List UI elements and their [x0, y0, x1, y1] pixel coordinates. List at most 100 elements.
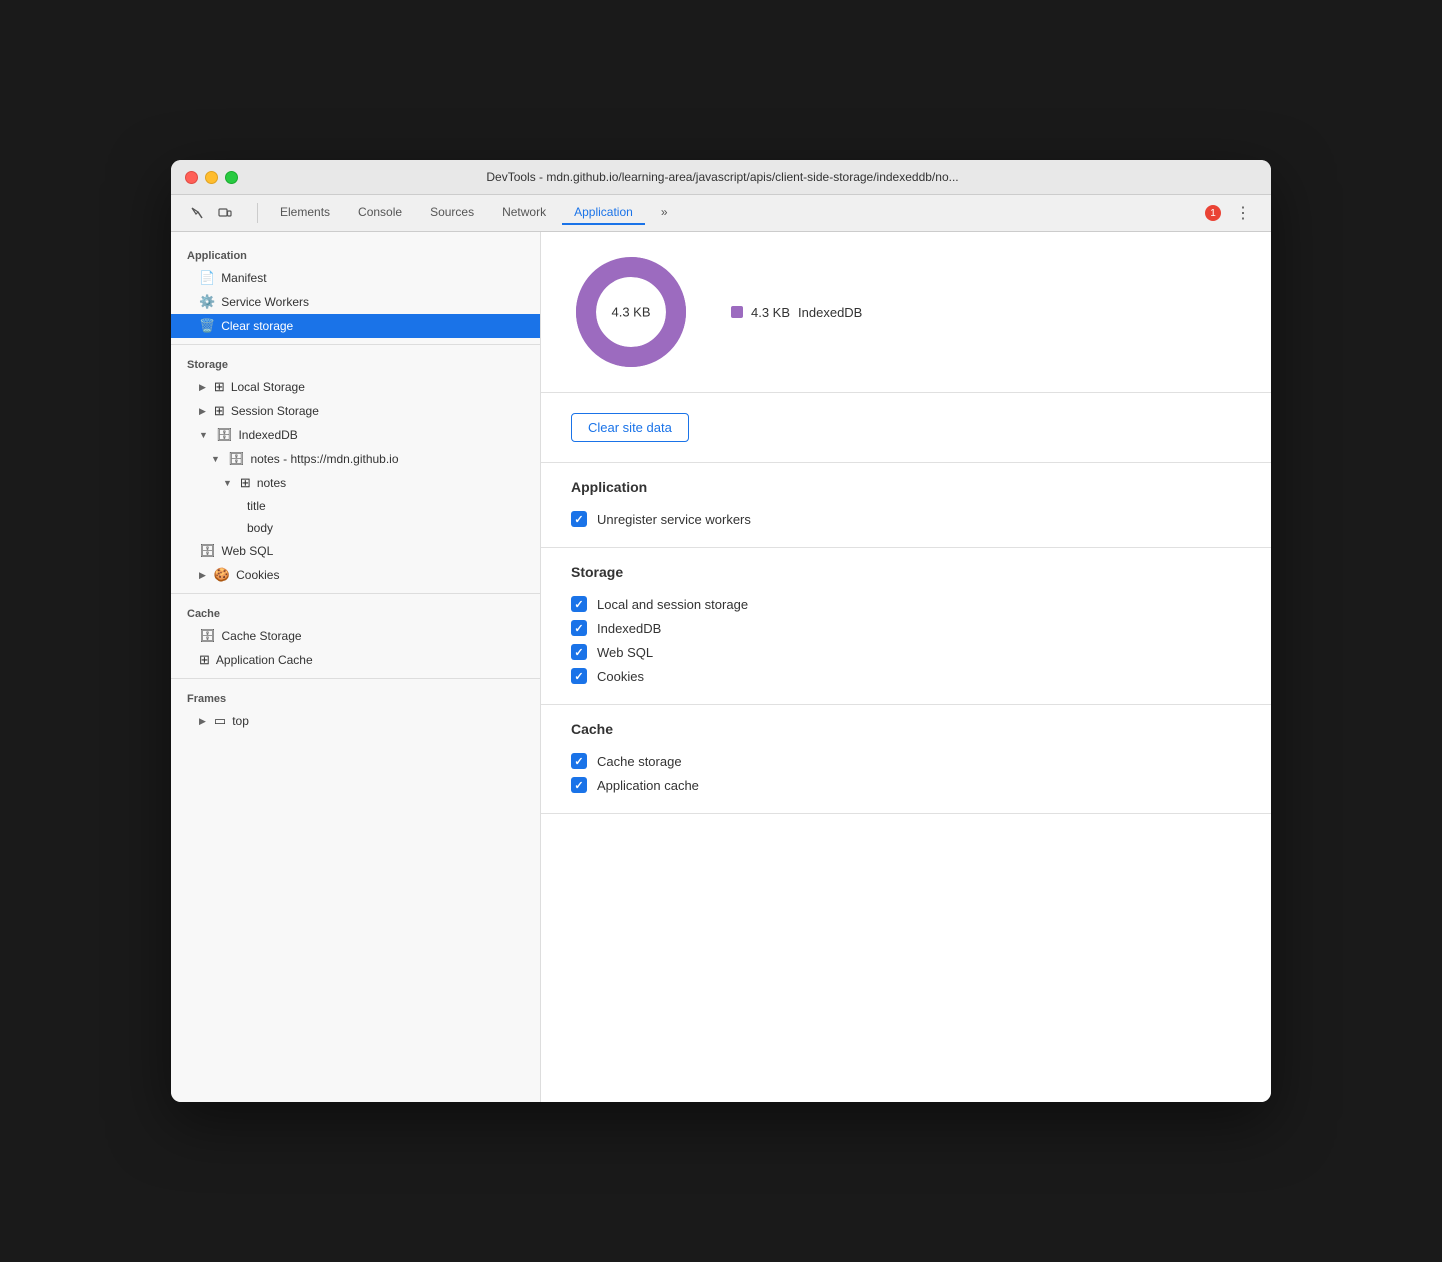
unregister-sw-label: Unregister service workers	[597, 512, 751, 527]
application-options-section: Application Unregister service workers	[541, 463, 1271, 548]
storage-options-section: Storage Local and session storage Indexe…	[541, 548, 1271, 705]
checkbox-app-cache[interactable]	[571, 777, 587, 793]
sidebar-item-local-storage[interactable]: ▶ ⊞ Local Storage	[171, 375, 540, 399]
devtools-window: DevTools - mdn.github.io/learning-area/j…	[171, 160, 1271, 1102]
local-session-label: Local and session storage	[597, 597, 748, 612]
option-local-session: Local and session storage	[571, 592, 1241, 616]
toolbar-icons	[185, 201, 237, 225]
tab-sources[interactable]: Sources	[418, 201, 486, 225]
expand-arrow-cookies: ▶	[199, 570, 206, 581]
sidebar-item-indexeddb[interactable]: ▼ 🗄 IndexedDB	[171, 423, 540, 447]
settings-icon[interactable]: ⋮	[1229, 201, 1257, 225]
option-cookies: Cookies	[571, 664, 1241, 688]
toolbar: Elements Console Sources Network Applica…	[171, 195, 1271, 232]
service-workers-label: Service Workers	[221, 295, 309, 309]
cache-section-title: Cache	[571, 721, 1241, 737]
option-cache-storage: Cache storage	[571, 749, 1241, 773]
device-icon[interactable]	[213, 201, 237, 225]
sidebar-divider-1	[171, 344, 540, 345]
db-icon: 🗄	[228, 451, 245, 467]
checkbox-cache-storage[interactable]	[571, 753, 587, 769]
notes-store-label: notes	[257, 476, 286, 490]
sidebar-cache-label: Cache	[171, 600, 540, 624]
web-sql-label: Web SQL	[222, 544, 274, 558]
cache-storage-icon: 🗄	[199, 628, 216, 644]
app-cache-icon: ⊞	[199, 652, 210, 668]
sidebar-item-notes-store[interactable]: ▼ ⊞ notes	[171, 471, 540, 495]
storage-section-title: Storage	[571, 564, 1241, 580]
clear-site-data-button[interactable]: Clear site data	[571, 413, 689, 442]
expand-arrow-notes-db: ▼	[211, 454, 220, 464]
session-storage-icon: ⊞	[214, 403, 225, 419]
expand-arrow-top: ▶	[199, 716, 206, 727]
application-cache-label: Application Cache	[216, 653, 313, 667]
cookie-icon: 🍪	[214, 567, 230, 583]
indexeddb-label: IndexedDB	[238, 428, 297, 442]
legend-item-indexeddb: 4.3 KB IndexedDB	[731, 305, 862, 320]
clear-section: Clear site data	[541, 393, 1271, 463]
sidebar-item-notes-db[interactable]: ▼ 🗄 notes - https://mdn.github.io	[171, 447, 540, 471]
sidebar-item-cookies[interactable]: ▶ 🍪 Cookies	[171, 563, 540, 587]
content-panel: 4.3 KB 4.3 KB IndexedDB Clear site data …	[541, 232, 1271, 1102]
tab-elements[interactable]: Elements	[268, 201, 342, 225]
gear-icon: ⚙️	[199, 294, 215, 310]
trash-icon: 🗑️	[199, 318, 215, 334]
sidebar-divider-2	[171, 593, 540, 594]
title-bar: DevTools - mdn.github.io/learning-area/j…	[171, 160, 1271, 195]
toolbar-right: 1 ⋮	[1205, 201, 1257, 225]
tab-more[interactable]: »	[649, 201, 680, 225]
sidebar-divider-3	[171, 678, 540, 679]
app-section-title: Application	[571, 479, 1241, 495]
legend-label: IndexedDB	[798, 305, 862, 320]
checkbox-local-session[interactable]	[571, 596, 587, 612]
cache-options-section: Cache Cache storage Application cache	[541, 705, 1271, 814]
option-app-cache: Application cache	[571, 773, 1241, 797]
option-websql: Web SQL	[571, 640, 1241, 664]
donut-center-value: 4.3 KB	[611, 305, 650, 320]
indexeddb-check-label: IndexedDB	[597, 621, 661, 636]
close-button[interactable]	[185, 171, 198, 184]
frame-icon: ▭	[214, 713, 226, 729]
tab-application[interactable]: Application	[562, 201, 645, 225]
sidebar-item-service-workers[interactable]: ⚙️ Service Workers	[171, 290, 540, 314]
local-storage-icon: ⊞	[214, 379, 225, 395]
traffic-lights	[185, 171, 238, 184]
session-storage-label: Session Storage	[231, 404, 319, 418]
sidebar-item-application-cache[interactable]: ⊞ Application Cache	[171, 648, 540, 672]
legend: 4.3 KB IndexedDB	[731, 305, 862, 320]
sidebar-item-top[interactable]: ▶ ▭ top	[171, 709, 540, 733]
sidebar-item-session-storage[interactable]: ▶ ⊞ Session Storage	[171, 399, 540, 423]
expand-arrow-indexeddb: ▼	[199, 430, 208, 440]
sidebar-item-web-sql[interactable]: 🗄 Web SQL	[171, 539, 540, 563]
local-storage-label: Local Storage	[231, 380, 305, 394]
manifest-icon: 📄	[199, 270, 215, 286]
maximize-button[interactable]	[225, 171, 238, 184]
donut-section: 4.3 KB 4.3 KB IndexedDB	[541, 232, 1271, 393]
indexeddb-icon: 🗄	[216, 427, 233, 443]
sidebar-item-cache-storage[interactable]: 🗄 Cache Storage	[171, 624, 540, 648]
sidebar-item-title[interactable]: title	[171, 495, 540, 517]
tab-network[interactable]: Network	[490, 201, 558, 225]
top-label: top	[232, 714, 249, 728]
sidebar-storage-label: Storage	[171, 351, 540, 375]
checkbox-cookies[interactable]	[571, 668, 587, 684]
sidebar-item-clear-storage[interactable]: 🗑️ Clear storage	[171, 314, 540, 338]
body-field-label: body	[247, 521, 273, 535]
donut-chart: 4.3 KB	[571, 252, 691, 372]
expand-arrow-notes: ▼	[223, 478, 232, 488]
checkbox-indexeddb[interactable]	[571, 620, 587, 636]
checkbox-websql[interactable]	[571, 644, 587, 660]
cache-storage-label: Cache Storage	[222, 629, 302, 643]
title-field-label: title	[247, 499, 266, 513]
table-icon: ⊞	[240, 475, 251, 491]
tab-console[interactable]: Console	[346, 201, 414, 225]
main-area: Application 📄 Manifest ⚙️ Service Worker…	[171, 232, 1271, 1102]
manifest-label: Manifest	[221, 271, 266, 285]
minimize-button[interactable]	[205, 171, 218, 184]
sidebar-item-manifest[interactable]: 📄 Manifest	[171, 266, 540, 290]
inspect-icon[interactable]	[185, 201, 209, 225]
sidebar-item-body[interactable]: body	[171, 517, 540, 539]
expand-arrow-local: ▶	[199, 382, 206, 393]
legend-color-indexeddb	[731, 306, 743, 318]
checkbox-unregister-sw[interactable]	[571, 511, 587, 527]
